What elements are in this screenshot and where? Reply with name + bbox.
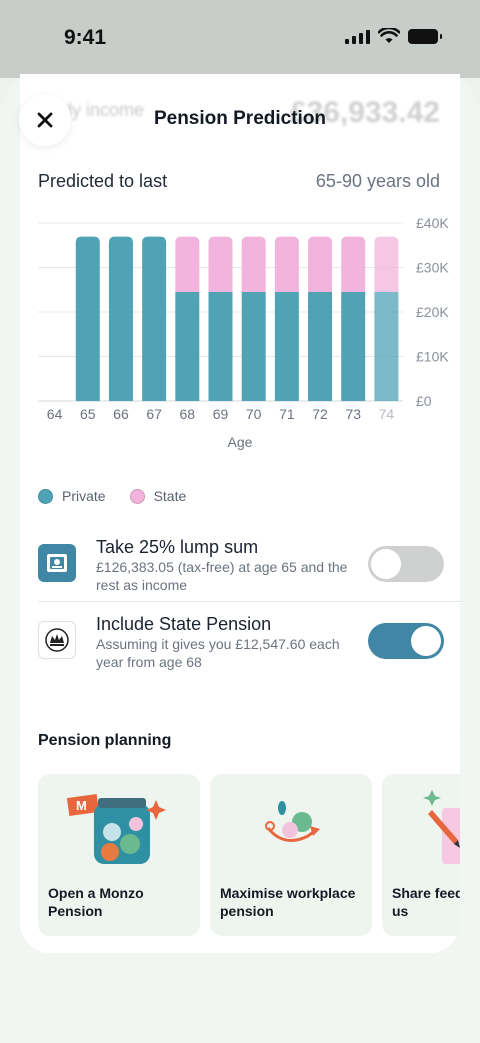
x-tick-label: 73	[345, 406, 361, 422]
pencil-icon	[423, 790, 460, 864]
bar-private	[341, 291, 366, 401]
crown-icon	[38, 621, 76, 659]
legend-item-state: State	[129, 488, 187, 504]
pension-chart: £0 £10K £20K £30K £40K 64 65 66 67 68 69 70 71 72 73 74…	[38, 215, 449, 450]
x-tick-label: 66	[113, 406, 129, 422]
x-tick-label: 74	[379, 406, 395, 422]
x-tick-label: 70	[246, 406, 262, 422]
legend-private-label: Private	[62, 488, 106, 504]
planning-card-label: Maximise workplace pension	[220, 885, 356, 919]
bar-private	[142, 236, 167, 401]
planning-card-open-pension[interactable]: M Open a Monzo Pension	[38, 774, 200, 936]
bar-state	[241, 236, 266, 292]
lump-sum-toggle[interactable]	[368, 546, 444, 582]
money-icon	[38, 544, 76, 582]
bar-private	[308, 291, 333, 401]
chart-legend: Private State	[38, 488, 186, 504]
bar-private	[274, 291, 299, 401]
bar-state	[308, 236, 333, 292]
toggle-knob	[371, 549, 401, 579]
divider	[38, 601, 462, 602]
bar-private	[175, 291, 200, 401]
bar-state	[175, 236, 200, 292]
planning-card-workplace[interactable]: Maximise workplace pension	[210, 774, 372, 936]
svg-text:M: M	[76, 798, 87, 813]
bar-private	[241, 291, 266, 401]
bar-state	[208, 236, 233, 292]
bar-private	[75, 236, 100, 401]
toggle-knob	[411, 626, 441, 656]
planning-title: Pension planning	[38, 732, 172, 749]
planning-card-label: Open a Monzo Pension	[48, 885, 144, 919]
bar-private	[208, 291, 233, 401]
state-pension-title: Include State Pension	[96, 614, 272, 634]
legend-private-swatch	[38, 488, 53, 504]
x-tick-label: 65	[80, 406, 96, 422]
bar-state	[341, 236, 366, 292]
y-tick-label: £0	[416, 393, 432, 409]
bar-state	[374, 236, 399, 292]
jar-icon: M	[66, 793, 166, 864]
planning-card-label: Share feedback with us	[392, 885, 460, 919]
legend-state-swatch	[129, 488, 145, 504]
y-tick-label: £20K	[416, 304, 449, 320]
state-pension-toggle[interactable]	[368, 623, 444, 659]
planning-card-feedback[interactable]: Share feedback with us	[382, 774, 460, 936]
y-tick-label: £10K	[416, 349, 449, 365]
coins-icon	[265, 801, 320, 842]
lump-sum-subtitle: £126,383.05 (tax-free) at age 65 and the…	[96, 559, 348, 593]
x-axis-label: Age	[228, 434, 253, 450]
bar-private	[108, 236, 133, 401]
lump-sum-row: Take 25% lump sum £126,383.05 (tax-free)…	[38, 537, 462, 597]
bar-state	[274, 236, 299, 292]
x-tick-label: 71	[279, 406, 295, 422]
x-tick-label: 64	[47, 406, 63, 422]
state-pension-row: Include State Pension Assuming it gives …	[38, 614, 462, 674]
x-tick-label: 68	[180, 406, 196, 422]
x-tick-label: 69	[213, 406, 229, 422]
legend-state-label: State	[153, 488, 187, 504]
y-tick-label: £30K	[416, 260, 449, 276]
x-tick-label: 67	[146, 406, 162, 422]
pension-planning-section: Pension planning M Open a Monzo Pension …	[20, 707, 460, 953]
legend-item-private: Private	[38, 488, 106, 504]
bar-private	[374, 291, 399, 401]
state-pension-subtitle: Assuming it gives you £12,547.60 each ye…	[96, 636, 340, 670]
y-tick-label: £40K	[416, 215, 449, 231]
x-tick-label: 72	[312, 406, 328, 422]
lump-sum-title: Take 25% lump sum	[96, 537, 259, 557]
